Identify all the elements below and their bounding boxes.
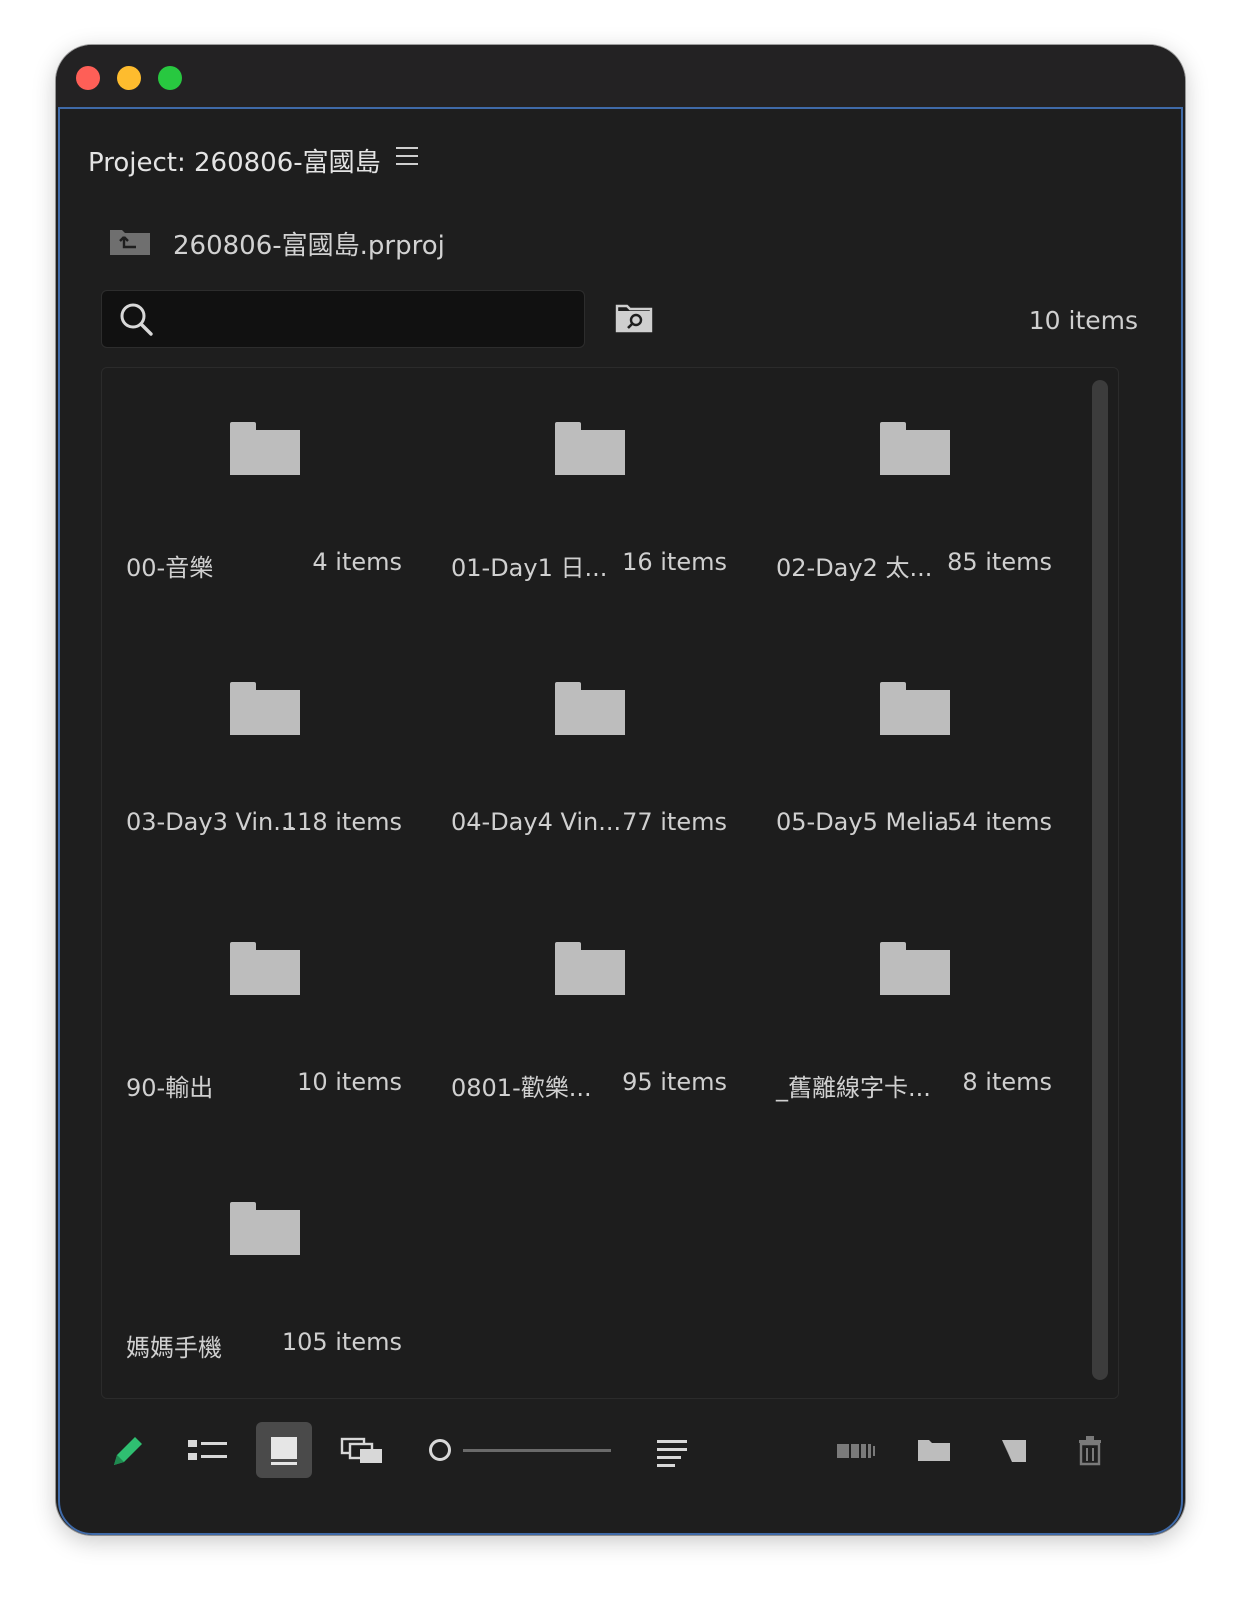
bin-item[interactable]: 媽媽手機 105 items (126, 1148, 424, 1378)
project-folder-icon[interactable] (110, 227, 150, 255)
panel-title[interactable]: Project: 260806-富國島 (88, 142, 381, 179)
bin-name: 02-Day2 太... (776, 554, 933, 582)
panel-menu-icon[interactable] (396, 147, 418, 167)
zoom-slider[interactable] (463, 1449, 611, 1452)
bin-count: 4 items (312, 548, 402, 576)
bin-item[interactable]: 90-輸出 10 items (126, 888, 424, 1118)
title-bar (56, 45, 1185, 107)
bin-count: 118 items (281, 808, 402, 836)
folder-icon (230, 942, 300, 996)
bin-count: 85 items (947, 548, 1052, 576)
bin-count: 77 items (622, 808, 727, 836)
search-box[interactable] (101, 290, 585, 348)
folder-icon (880, 942, 950, 996)
total-item-count: 10 items (1028, 306, 1138, 335)
bin-count: 8 items (962, 1068, 1052, 1096)
folder-icon (880, 682, 950, 736)
bottom-toolbar (60, 1414, 1181, 1484)
bin-count: 54 items (947, 808, 1052, 836)
bin-item[interactable]: 01-Day1 日... 16 items (451, 368, 749, 598)
bin-item[interactable]: 0801-歡樂... 95 items (451, 888, 749, 1118)
bin-name: 01-Day1 日... (451, 554, 608, 582)
folder-icon (555, 422, 625, 476)
bin-name: 04-Day4 Vin... (451, 808, 622, 836)
icon-view-icon[interactable] (256, 1422, 312, 1478)
folder-icon (555, 942, 625, 996)
find-icon[interactable] (615, 302, 653, 334)
bin-name: 05-Day5 Melia (776, 808, 950, 836)
search-icon (120, 303, 153, 336)
minimize-button[interactable] (117, 66, 141, 90)
close-button[interactable] (76, 66, 100, 90)
bin-item[interactable]: 03-Day3 Vin... 118 items (126, 628, 424, 858)
folder-icon (230, 422, 300, 476)
folder-icon (880, 422, 950, 476)
bin-item[interactable]: 04-Day4 Vin... 77 items (451, 628, 749, 858)
bin-name: 0801-歡樂... (451, 1074, 592, 1102)
bin-name: 00-音樂 (126, 554, 214, 582)
maximize-button[interactable] (158, 66, 182, 90)
bin-name: 90-輸出 (126, 1074, 214, 1102)
bin-item[interactable]: 00-音樂 4 items (126, 368, 424, 598)
freeform-view-icon[interactable] (334, 1422, 390, 1478)
zoom-slider-handle[interactable] (429, 1439, 451, 1461)
bin-count: 16 items (622, 548, 727, 576)
new-item-icon[interactable] (984, 1422, 1040, 1478)
bin-count: 105 items (281, 1328, 402, 1356)
project-window: Project: 260806-富國島 260806-富國島.prproj 10… (56, 45, 1185, 1535)
bin-name: _舊離線字卡... (776, 1074, 931, 1102)
project-file-name: 260806-富國島.prproj (173, 231, 445, 261)
bin-item[interactable]: 02-Day2 太... 85 items (776, 368, 1074, 598)
bin-name: 媽媽手機 (126, 1334, 222, 1362)
folder-icon (230, 682, 300, 736)
bin-item[interactable]: _舊離線字卡... 8 items (776, 888, 1074, 1118)
folder-icon (230, 1202, 300, 1256)
pencil-icon[interactable] (100, 1422, 156, 1478)
folder-icon (555, 682, 625, 736)
bin-count: 10 items (297, 1068, 402, 1096)
new-bin-icon[interactable] (906, 1422, 962, 1478)
bin-item[interactable]: 05-Day5 Melia 54 items (776, 628, 1074, 858)
project-panel: Project: 260806-富國島 260806-富國島.prproj 10… (58, 107, 1183, 1535)
bin-count: 95 items (622, 1068, 727, 1096)
sort-icon[interactable] (644, 1422, 700, 1478)
list-view-icon[interactable] (178, 1422, 234, 1478)
search-input[interactable] (164, 299, 568, 341)
bin-grid: 00-音樂 4 items 01-Day1 日... 16 items 02-D… (101, 367, 1119, 1399)
bin-name: 03-Day3 Vin... (126, 808, 297, 836)
trash-icon[interactable] (1062, 1422, 1118, 1478)
vertical-scrollbar[interactable] (1092, 380, 1108, 1380)
automate-sequence-icon[interactable] (828, 1422, 884, 1478)
